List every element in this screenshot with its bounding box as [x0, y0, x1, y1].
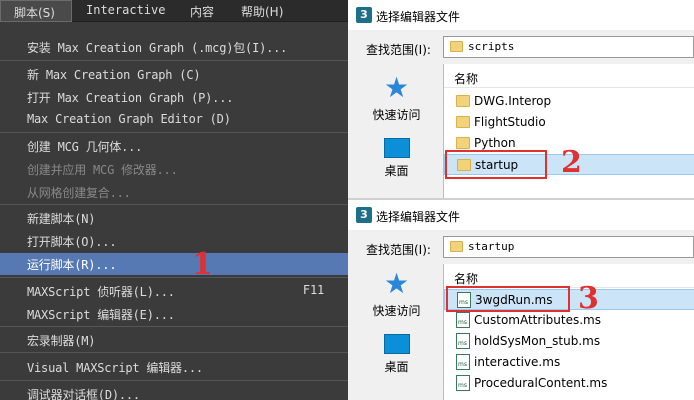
place-quick-access[interactable]: ★ 快速访问 — [354, 270, 439, 319]
look-in-value: scripts — [468, 40, 515, 53]
star-icon: ★ — [383, 267, 410, 300]
callout-number-3: 3 — [578, 281, 599, 316]
list-item[interactable]: CustomAttributes.ms — [444, 310, 694, 331]
look-in-value: startup — [468, 240, 515, 253]
look-in-bar: 查找范围(I): scripts — [348, 30, 694, 64]
file-name: DWG.Interop — [474, 94, 552, 108]
menu-item-visual-maxscript-editor[interactable]: Visual MAXScript 编辑器... — [0, 356, 348, 378]
menu-item-create-compound-from-mesh: 从网格创建复合... — [27, 186, 131, 200]
desktop-icon — [383, 138, 410, 158]
place-label: 桌面 — [384, 164, 409, 178]
look-in-combobox[interactable]: startup — [443, 236, 694, 258]
place-label: 快速访问 — [372, 304, 421, 318]
list-item[interactable]: FlightStudio — [444, 112, 694, 133]
menu-separator — [0, 60, 348, 61]
list-item[interactable]: DWG.Interop — [444, 91, 694, 112]
3dsmax-logo-icon: 3 — [356, 7, 372, 23]
dialog-title: 选择编辑器文件 — [376, 210, 461, 224]
menu-item-new-script[interactable]: 新建脚本(N) — [0, 207, 348, 229]
dialog-title: 选择编辑器文件 — [376, 10, 461, 24]
folder-icon — [450, 241, 463, 252]
places-bar: ★ 快速访问 桌面 — [348, 264, 443, 400]
script-menu-panel: 脚本(S) Interactive 内容 帮助(H) 安装 Max Creati… — [0, 0, 348, 400]
dialog-titlebar: 3 选择编辑器文件 — [348, 0, 694, 30]
dialog-titlebar: 3 选择编辑器文件 — [348, 200, 694, 230]
file-name: ProceduralContent.ms — [474, 376, 608, 390]
menu-separator — [0, 277, 348, 278]
list-item[interactable]: interactive.ms — [444, 352, 694, 373]
callout-number-1: 1 — [192, 247, 213, 282]
3dsmax-logo-icon: 3 — [356, 207, 372, 223]
folder-icon — [456, 95, 470, 107]
callout-number-2: 2 — [561, 145, 582, 180]
file-name: interactive.ms — [474, 355, 561, 369]
folder-icon — [456, 137, 470, 149]
place-desktop[interactable]: 桌面 — [354, 138, 439, 179]
place-quick-access[interactable]: ★ 快速访问 — [354, 74, 439, 123]
file-name: holdSysMon_stub.ms — [474, 334, 601, 348]
menu-help[interactable]: 帮助(H) — [241, 3, 283, 20]
desktop-icon — [383, 334, 410, 354]
menu-separator — [0, 204, 348, 205]
place-label: 桌面 — [384, 360, 409, 374]
column-header-name[interactable]: 名称 — [444, 66, 694, 88]
look-in-label: 查找范围(I): — [366, 243, 431, 257]
shortcut-label: F11 — [302, 283, 324, 297]
menu-item-label: MAXScript 侦听器(L)... — [27, 285, 175, 299]
file-name: FlightStudio — [474, 115, 546, 129]
column-header-name[interactable]: 名称 — [444, 266, 694, 288]
menu-item-open-mcg[interactable]: 打开 Max Creation Graph (P)... — [0, 86, 348, 108]
maxscript-file-icon — [456, 354, 470, 370]
folder-icon — [450, 41, 463, 52]
callout-box-3wgdrun — [446, 286, 570, 312]
menu-item-macro-recorder[interactable]: 宏录制器(M) — [0, 329, 348, 351]
menu-separator — [0, 380, 348, 381]
look-in-combobox[interactable]: scripts — [443, 36, 694, 58]
menu-item-create-apply-mcg-modifier: 创建并应用 MCG 修改器... — [27, 163, 178, 177]
maxscript-file-icon — [456, 333, 470, 349]
menu-bar: 脚本(S) Interactive 内容 帮助(H) — [0, 0, 348, 22]
menu-item-maxscript-listener[interactable]: MAXScript 侦听器(L)... F11 — [0, 280, 348, 302]
menu-item-maxscript-editor[interactable]: MAXScript 编辑器(E)... — [0, 303, 348, 325]
menu-item-install-mcg[interactable]: 安装 Max Creation Graph (.mcg)包(I)... — [0, 36, 348, 58]
maxscript-file-icon — [456, 312, 470, 328]
maxscript-file-icon — [456, 375, 470, 391]
menu-interactive[interactable]: Interactive — [86, 3, 165, 17]
callout-box-startup — [445, 150, 547, 179]
menu-item-create-mcg-geometry[interactable]: 创建 MCG 几何体... — [0, 135, 348, 157]
file-name: Python — [474, 136, 516, 150]
menu-item-mcg-editor[interactable]: Max Creation Graph Editor (D) — [0, 109, 348, 131]
folder-icon — [456, 116, 470, 128]
star-icon: ★ — [383, 71, 410, 104]
menu-content[interactable]: 内容 — [190, 3, 214, 20]
places-bar: ★ 快速访问 桌面 — [348, 64, 443, 198]
file-list: 名称 3wgdRun.ms CustomAttributes.ms holdSy… — [443, 264, 694, 400]
menu-item-open-script[interactable]: 打开脚本(O)... — [0, 230, 348, 252]
menu-script[interactable]: 脚本(S) — [0, 0, 72, 22]
menu-separator — [0, 352, 348, 353]
menu-item-run-script[interactable]: 运行脚本(R)... — [0, 253, 348, 275]
place-desktop[interactable]: 桌面 — [354, 334, 439, 375]
menu-item-debugger-dialog[interactable]: 调试器对话框(D)... — [0, 383, 348, 400]
list-item[interactable]: ProceduralContent.ms — [444, 373, 694, 394]
look-in-label: 查找范围(I): — [366, 43, 431, 57]
list-item[interactable]: holdSysMon_stub.ms — [444, 331, 694, 352]
place-label: 快速访问 — [372, 108, 421, 122]
menu-separator — [0, 132, 348, 133]
menu-item-new-mcg[interactable]: 新 Max Creation Graph (C) — [0, 63, 348, 85]
look-in-bar: 查找范围(I): startup — [348, 230, 694, 264]
menu-separator — [0, 326, 348, 327]
